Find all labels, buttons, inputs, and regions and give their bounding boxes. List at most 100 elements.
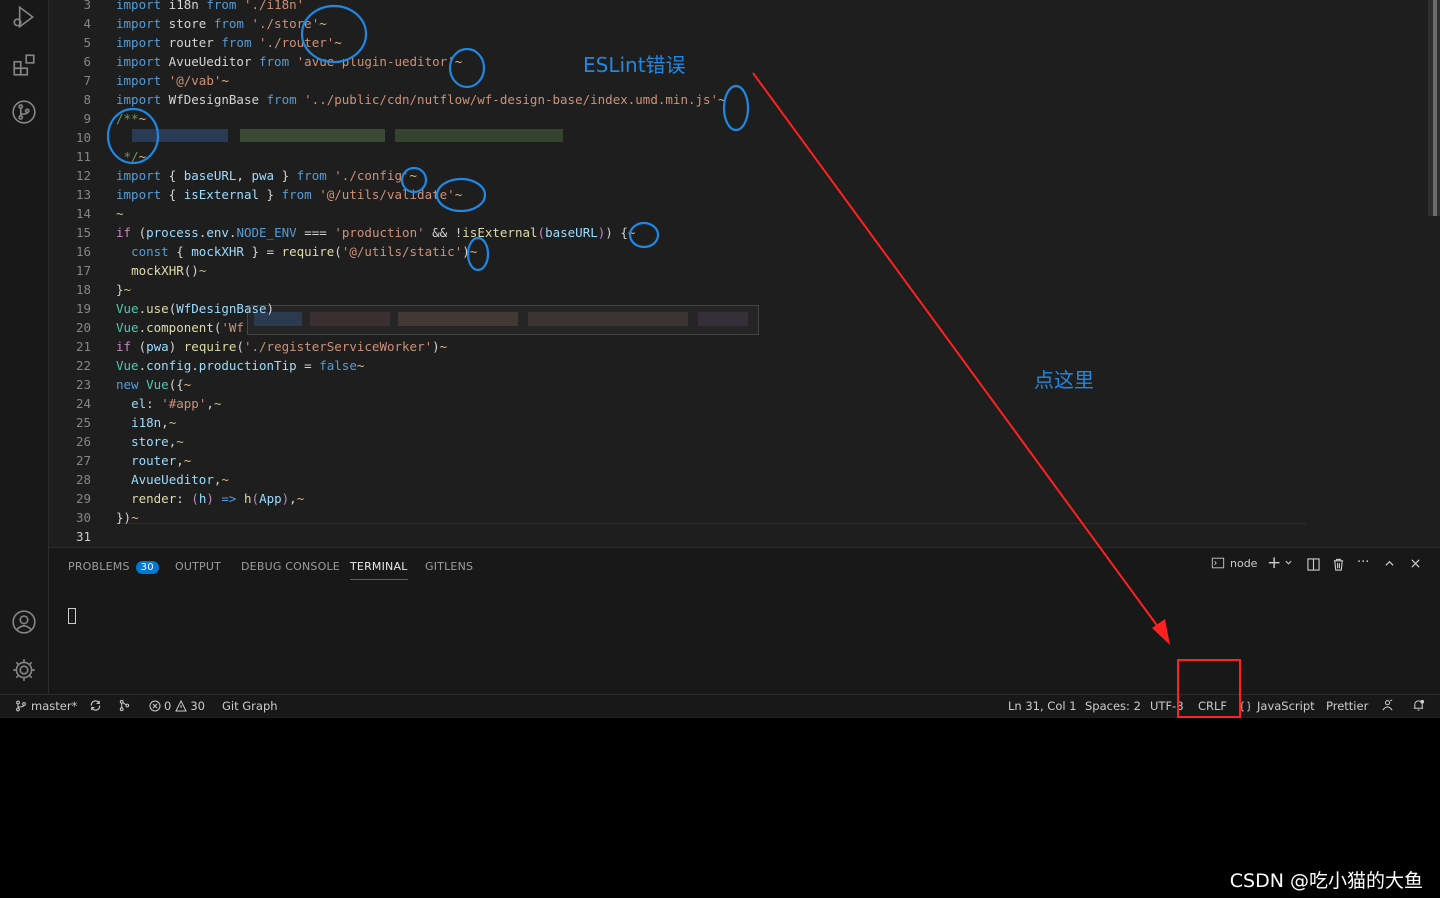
code-line[interactable]: 24 el: '#app',~ <box>49 394 1429 413</box>
code-token: isExternal <box>462 225 538 240</box>
extensions-icon[interactable] <box>9 50 39 80</box>
line-number: 25 <box>75 415 91 430</box>
code-editor[interactable]: 3 import i18n from './i18n' 4 import store … <box>49 0 1440 546</box>
account-icon[interactable] <box>9 607 39 637</box>
code-token: from <box>206 0 237 12</box>
code-token: import <box>116 54 162 69</box>
code-token: 'avue-plugin-ueditor' <box>296 54 455 69</box>
code-token: Vue <box>116 358 139 373</box>
terminal-name: node <box>1230 556 1258 570</box>
code-token: if <box>116 339 132 354</box>
code-line[interactable]: 30})~ <box>49 508 1429 527</box>
code-token: '@/utils/validate' <box>319 187 455 202</box>
feedback-icon[interactable] <box>1381 699 1394 715</box>
code-line[interactable]: 5 import router from './router'~ <box>49 33 1429 52</box>
code-line[interactable]: 20 Vue.component('Wf <box>49 318 1429 337</box>
run-debug-icon[interactable] <box>9 2 39 32</box>
code-line[interactable]: 18}~ <box>49 280 1429 299</box>
line-number: 20 <box>75 320 91 335</box>
code-line[interactable]: 8 import WfDesignBase from '../public/cdn… <box>49 90 1429 109</box>
code-line[interactable]: 23 new Vue({~ <box>49 375 1429 394</box>
code-token: . <box>138 320 147 335</box>
code-token: ) <box>168 339 184 354</box>
new-terminal-button[interactable]: + <box>1267 553 1281 573</box>
split-terminal-icon[interactable] <box>1307 558 1320 571</box>
kill-terminal-trash-icon[interactable] <box>1332 558 1345 571</box>
indentation[interactable]: Spaces: 2 <box>1085 699 1141 713</box>
tab-terminal[interactable]: TERMINAL <box>350 560 408 580</box>
code-line[interactable]: 6 import AvueUeditor from 'avue-plugin-ue… <box>49 52 1429 71</box>
code-line[interactable]: 7 import '@/vab'~ <box>49 71 1429 90</box>
terminal-dropdown-chevron-icon[interactable] <box>1284 558 1293 567</box>
close-panel-icon[interactable] <box>1410 558 1421 569</box>
code-line[interactable]: 31 <box>49 527 1429 546</box>
code-line[interactable]: 13 import { isExternal } from '@/utils/va… <box>49 185 1429 204</box>
terminal-instance-selector[interactable]: node <box>1211 556 1257 570</box>
code-token: '@/vab' <box>168 73 222 88</box>
code-text: /**~ <box>116 109 146 128</box>
code-token: }) <box>116 510 132 525</box>
code-token: pwa <box>251 168 275 183</box>
code-token: ( <box>236 339 244 354</box>
code-token: . <box>138 358 147 373</box>
code-line[interactable]: 3 import i18n from './i18n' <box>49 0 1429 14</box>
code-line[interactable]: 28 AvueUeditor,~ <box>49 470 1429 489</box>
line-number: 12 <box>75 168 91 183</box>
code-line[interactable]: 4 import store from './store'~ <box>49 14 1429 33</box>
tab-gitlens[interactable]: GITLENS <box>425 560 473 573</box>
code-token: from <box>281 187 312 202</box>
code-token: './store' <box>251 16 320 31</box>
git-graph-branch-icon[interactable] <box>118 699 131 715</box>
code-line[interactable]: 10 <box>49 128 1429 147</box>
code-text: if (pwa) require('./registerServiceWorke… <box>116 337 447 356</box>
code-line[interactable]: 16 const { mockXHR } = require('@/utils/… <box>49 242 1429 261</box>
lint-squiggle: ~ <box>138 111 147 126</box>
code-token: import <box>116 73 162 88</box>
code-token: 'Wf <box>221 320 244 335</box>
code-token: = <box>296 358 320 373</box>
code-line[interactable]: 29 render: (h) => h(App),~ <box>49 489 1429 508</box>
cursor-position[interactable]: Ln 31, Col 1 <box>1008 699 1077 713</box>
git-graph-button[interactable]: Git Graph <box>222 699 278 713</box>
sync-icon[interactable] <box>89 699 102 715</box>
code-line[interactable]: 25 i18n,~ <box>49 413 1429 432</box>
code-line[interactable]: 15 if (process.env.NODE_ENV === 'producti… <box>49 223 1429 242</box>
scrollbar-thumb[interactable] <box>1433 0 1437 216</box>
terminal-cursor[interactable] <box>68 608 76 624</box>
code-line[interactable]: 27 router,~ <box>49 451 1429 470</box>
code-line[interactable]: 21 if (pwa) require('./registerServiceWor… <box>49 337 1429 356</box>
code-line[interactable]: 19 Vue.use(WfDesignBase) <box>49 299 1429 318</box>
end-of-line-crlf[interactable]: CRLF <box>1198 699 1227 713</box>
problems-indicator[interactable]: 0 30 <box>149 699 205 713</box>
encoding[interactable]: UTF-8 <box>1150 699 1184 713</box>
code-token: ) { <box>605 225 628 240</box>
code-token: import <box>116 0 162 12</box>
git-branch-indicator[interactable]: master* <box>15 699 77 713</box>
line-number: 3 <box>83 0 91 12</box>
tab-output[interactable]: OUTPUT <box>175 560 221 573</box>
code-line[interactable]: 26 store,~ <box>49 432 1429 451</box>
code-token: new <box>116 377 139 392</box>
language-mode[interactable]: JavaScript <box>1240 699 1315 713</box>
prettier-formatter[interactable]: Prettier <box>1326 699 1368 713</box>
settings-gear-icon[interactable] <box>9 655 39 685</box>
source-control-icon[interactable] <box>9 97 39 127</box>
code-text: if (process.env.NODE_ENV === 'production… <box>116 223 635 242</box>
more-actions-icon[interactable]: ··· <box>1357 555 1369 570</box>
tab-problems[interactable]: PROBLEMS 30 <box>68 560 159 574</box>
code-line[interactable]: 22 Vue.config.productionTip = false~ <box>49 356 1429 375</box>
tab-debug-console[interactable]: DEBUG CONSOLE <box>241 560 340 573</box>
code-token: pwa <box>146 339 169 354</box>
line-number: 18 <box>75 282 91 297</box>
lint-squiggle: ~ <box>138 149 147 164</box>
code-line[interactable]: 14 ~ <box>49 204 1429 223</box>
maximize-panel-chevron-up-icon[interactable] <box>1384 558 1395 569</box>
code-line[interactable]: 12 import { baseURL, pwa } from './config… <box>49 166 1429 185</box>
code-token: */ <box>116 149 139 164</box>
notifications-bell-icon[interactable] <box>1412 699 1425 715</box>
code-line[interactable]: 17 mockXHR()~ <box>49 261 1429 280</box>
code-token: '@/utils/static' <box>341 244 463 259</box>
code-line[interactable]: 11 */~ <box>49 147 1429 166</box>
code-line[interactable]: 9 /**~ <box>49 109 1429 128</box>
